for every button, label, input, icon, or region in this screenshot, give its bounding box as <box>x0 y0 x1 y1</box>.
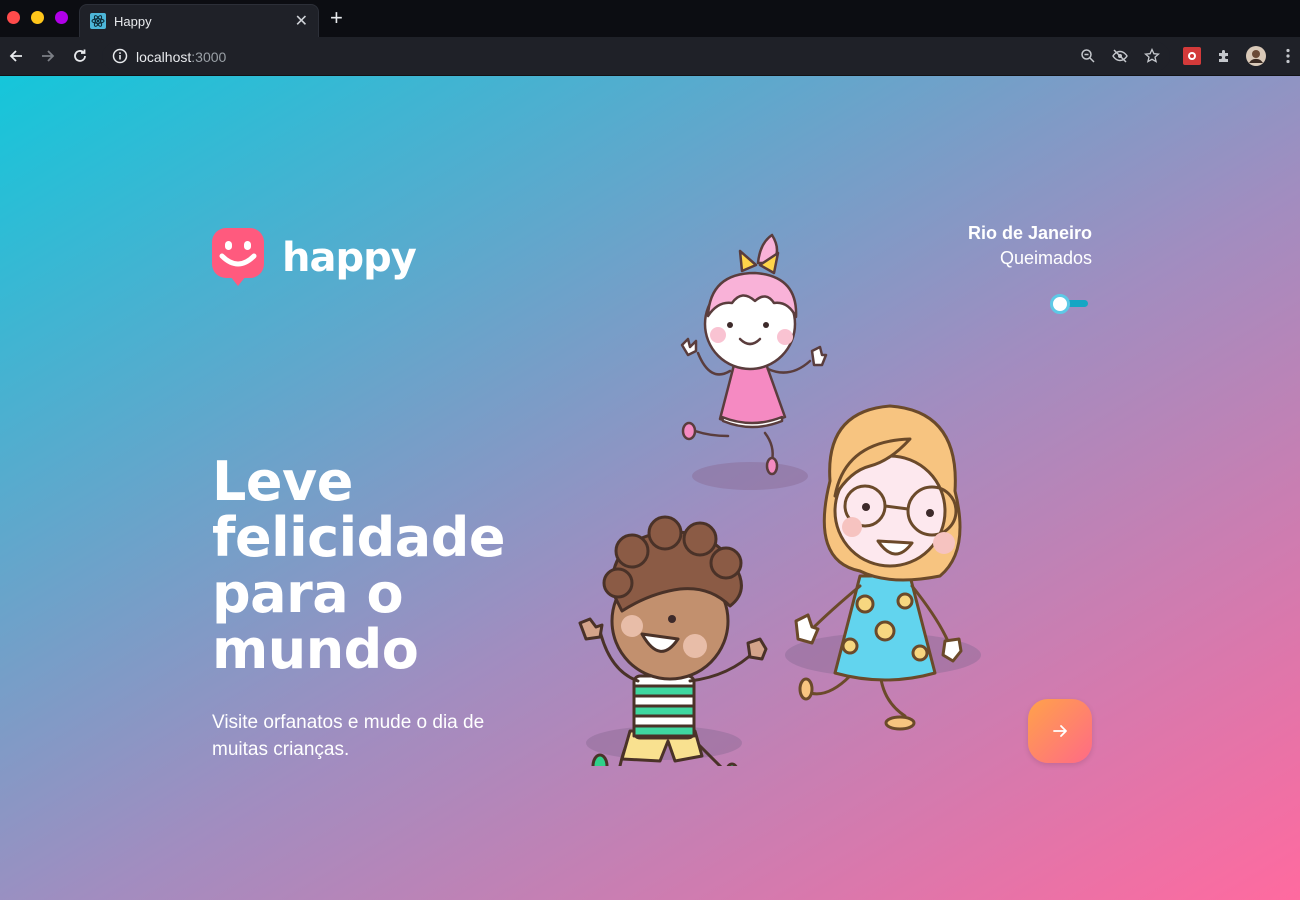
landing-page: happy Rio de Janeiro Queimados Leve feli… <box>0 76 1300 900</box>
zoom-out-icon[interactable] <box>1078 46 1098 66</box>
subline: Visite orfanatos e mude o dia de muitas … <box>212 712 485 760</box>
star-icon[interactable] <box>1142 46 1162 66</box>
info-icon[interactable] <box>110 46 130 66</box>
browser-tab[interactable]: Happy ✕ <box>79 4 319 37</box>
forward-icon[interactable] <box>38 46 58 66</box>
maximize-window-button[interactable] <box>55 11 68 24</box>
arrow-right-icon <box>1053 725 1067 737</box>
pink-girl-figure <box>680 233 828 476</box>
new-tab-icon[interactable]: + <box>330 7 343 29</box>
toggle-knob <box>1050 294 1070 314</box>
children-illustration <box>578 233 981 766</box>
minimize-window-button[interactable] <box>31 11 44 24</box>
reload-icon[interactable] <box>70 46 90 66</box>
tab-title: Happy <box>114 14 152 29</box>
blonde-girl-figure <box>794 404 963 731</box>
browser-toolbar: localhost:3000 <box>0 37 1300 76</box>
back-icon[interactable] <box>6 46 26 66</box>
puzzle-icon[interactable] <box>1214 46 1234 66</box>
extension-icon[interactable] <box>1182 46 1202 66</box>
tab-close-icon[interactable]: ✕ <box>295 11 308 31</box>
eye-off-icon[interactable] <box>1110 46 1130 66</box>
enter-app-button[interactable] <box>1028 699 1092 763</box>
headline: Leve felicidade para o mundo <box>212 450 506 681</box>
avatar[interactable] <box>1246 46 1266 66</box>
url-port: :3000 <box>191 49 227 65</box>
logo: happy <box>212 228 417 288</box>
curly-boy-figure <box>578 515 768 766</box>
url-host: localhost <box>136 49 192 65</box>
address-bar[interactable]: localhost:3000 <box>102 42 1170 71</box>
browser-tab-bar: Happy ✕ + <box>0 0 1300 37</box>
menu-icon[interactable] <box>1278 46 1298 66</box>
react-icon <box>90 13 106 29</box>
happy-logo-icon <box>212 228 264 286</box>
theme-toggle[interactable] <box>1048 294 1090 314</box>
logo-text: happy <box>282 235 417 281</box>
close-window-button[interactable] <box>7 11 20 24</box>
url-text: localhost:3000 <box>136 49 226 65</box>
